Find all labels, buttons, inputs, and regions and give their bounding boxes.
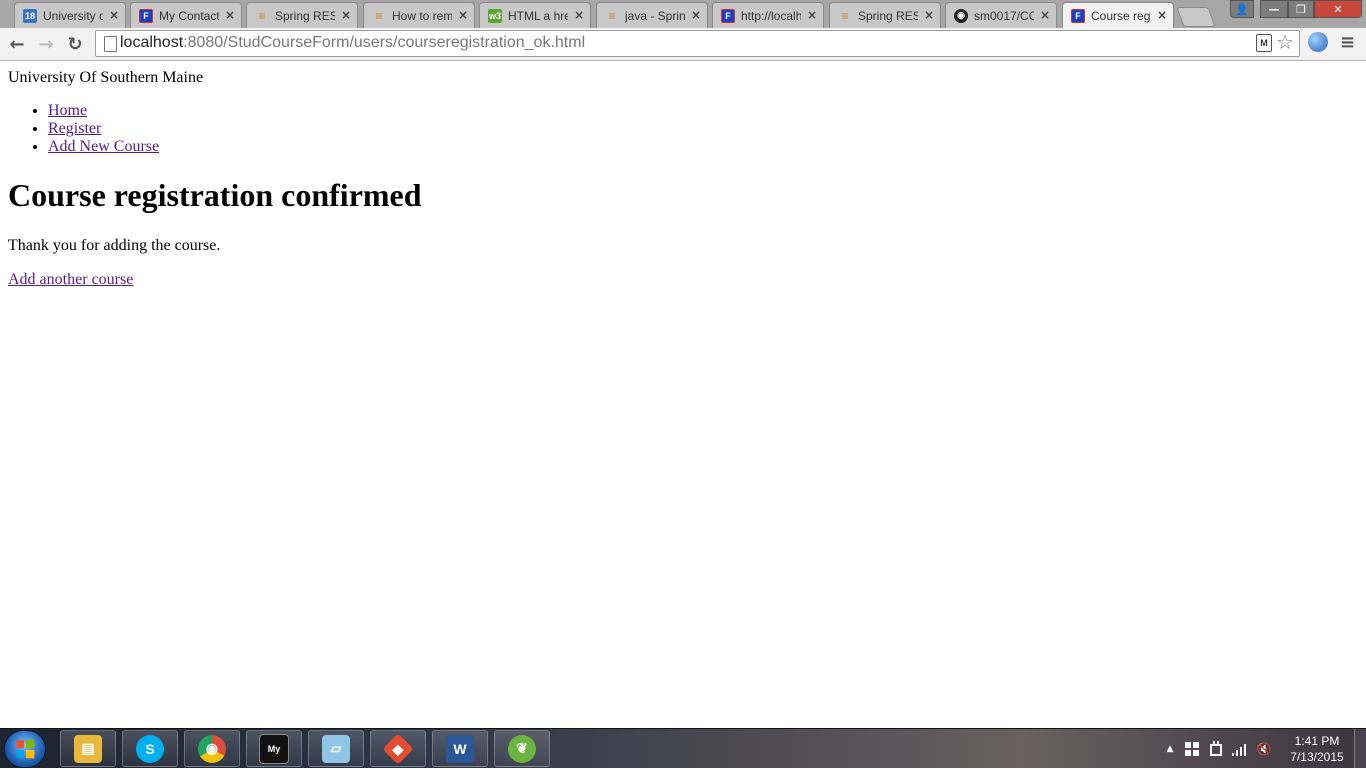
word-icon: W (446, 734, 474, 763)
new-tab-button[interactable] (1176, 7, 1216, 27)
tab-title: http://localh (741, 8, 801, 23)
taskbar-git[interactable]: ◆ (370, 730, 426, 767)
nav-link-home[interactable]: Home (48, 102, 87, 119)
mysql-console-icon: My (259, 733, 289, 764)
nav-link-add-new-course[interactable]: Add New Course (48, 138, 159, 155)
browser-toolbar: ← → ↻ localhost:8080/StudCourseForm/user… (0, 28, 1366, 61)
power-plug-icon[interactable] (1208, 741, 1224, 757)
start-button[interactable] (4, 730, 46, 768)
maximize-button[interactable]: ❐ (1288, 0, 1314, 18)
tab-github[interactable]: ◉ sm0017/CO × (945, 2, 1057, 28)
tab-close-icon[interactable]: × (1157, 8, 1167, 22)
notepad-icon: ▱ (322, 734, 350, 763)
skype-icon: S (136, 734, 164, 763)
reload-icon[interactable]: ↻ (63, 32, 87, 56)
taskbar-word[interactable]: W (432, 730, 488, 767)
confirmation-message: Thank you for adding the course. (8, 237, 221, 254)
tab-title: java - Spring (625, 8, 685, 23)
address-bar[interactable]: localhost:8080/StudCourseForm/users/cour… (95, 30, 1300, 57)
tab-how-to-remove[interactable]: ≡ How to rem × (363, 2, 475, 28)
tab-html-a-href[interactable]: w3 HTML a hre × (479, 2, 591, 28)
tab-java-spring[interactable]: ≡ java - Spring × (596, 2, 708, 28)
tab-close-icon[interactable]: × (109, 8, 119, 22)
tab-close-icon[interactable]: × (458, 8, 468, 22)
taskbar-mysql[interactable]: My (246, 730, 302, 767)
git-icon: ◆ (382, 732, 414, 765)
nav-item-add-new-course: Add New Course (48, 138, 159, 156)
taskbar-chrome[interactable]: ◉ (184, 730, 240, 767)
tab-title: Spring REST (275, 8, 335, 23)
system-clock[interactable]: 1:41 PM 7/13/2015 (1282, 733, 1352, 765)
clock-date: 7/13/2015 (1290, 750, 1344, 764)
stackoverflow-icon: ≡ (375, 8, 383, 23)
taskbar-skype[interactable]: S (122, 730, 178, 767)
globe-extension-icon[interactable] (1308, 32, 1328, 52)
jform-icon: F (1071, 8, 1085, 23)
back-icon[interactable]: ← (5, 32, 29, 56)
chrome-icon: ◉ (198, 734, 226, 763)
windows-taskbar: ▤ S ◉ My ▱ ◆ W ❦ ▲ 🔇 1:41 PM 7/13/2015 (0, 728, 1366, 769)
tab-close-icon[interactable]: × (1040, 8, 1050, 22)
taskbar-file-explorer[interactable]: ▤ (60, 730, 116, 767)
tab-close-icon[interactable]: × (574, 8, 584, 22)
taskbar-notepad[interactable]: ▱ (308, 730, 364, 767)
add-another-course-link[interactable]: Add another course (8, 271, 133, 289)
tab-localhost[interactable]: F http://localh × (712, 2, 824, 28)
stackoverflow-icon: ≡ (258, 8, 266, 23)
stackoverflow-icon: ≡ (841, 8, 849, 23)
spring-icon: ❦ (508, 734, 536, 763)
tab-close-icon[interactable]: × (225, 8, 235, 22)
show-hidden-icons-button[interactable]: ▲ (1162, 741, 1178, 757)
show-desktop-button[interactable] (1354, 729, 1366, 769)
tab-close-icon[interactable]: × (691, 8, 701, 22)
bookmark-star-icon[interactable]: ☆ (1276, 30, 1294, 54)
page-title: Course registration confirmed (8, 177, 422, 213)
calendar-icon: 18 (23, 8, 37, 23)
tab-close-icon[interactable]: × (924, 8, 934, 22)
tab-spring-rest-2[interactable]: ≡ Spring REST × (829, 2, 941, 28)
user-icon[interactable]: 👤 (1230, 0, 1254, 18)
browser-tab-strip: 18 University o × F My Contact × ≡ Sprin… (0, 0, 1366, 28)
extension-icon[interactable]: M (1256, 34, 1272, 52)
windows-logo-icon (16, 739, 35, 759)
tab-spring-rest-1[interactable]: ≡ Spring REST × (246, 2, 358, 28)
tab-my-contact[interactable]: F My Contact × (130, 2, 242, 28)
tab-close-icon[interactable]: × (807, 8, 817, 22)
tab-course-registration[interactable]: F Course regi × (1062, 2, 1174, 28)
action-center-icon[interactable] (1184, 741, 1200, 757)
taskbar-spring[interactable]: ❦ (494, 730, 550, 767)
forward-icon[interactable]: → (34, 32, 58, 56)
close-window-button[interactable]: ✕ (1314, 0, 1362, 18)
volume-muted-icon[interactable]: 🔇 (1256, 741, 1272, 757)
page-icon (104, 36, 117, 52)
url-host: localhost (120, 34, 184, 51)
url-text[interactable]: localhost:8080/StudCourseForm/users/cour… (120, 34, 585, 52)
tab-title: Spring REST (858, 8, 918, 23)
tab-title: Course regi (1091, 8, 1151, 23)
nav-item-register: Register (48, 120, 159, 138)
clock-time: 1:41 PM (1294, 734, 1340, 748)
tab-university[interactable]: 18 University o × (14, 2, 126, 28)
url-path: :8080/StudCourseForm/users/courseregistr… (183, 34, 586, 51)
nav-link-register[interactable]: Register (48, 120, 101, 137)
jform-icon: F (721, 8, 735, 23)
tab-close-icon[interactable]: × (341, 8, 351, 22)
tab-title: University o (43, 8, 103, 23)
tab-title: sm0017/CO (974, 8, 1034, 23)
tab-title: HTML a hre (508, 8, 568, 23)
site-name: University Of Southern Maine (8, 69, 204, 86)
stackoverflow-icon: ≡ (608, 8, 616, 23)
w3schools-icon: w3 (488, 8, 502, 23)
github-icon: ◉ (954, 8, 968, 23)
nav-item-home: Home (48, 102, 159, 120)
page-content: University Of Southern Maine Home Regist… (0, 61, 1366, 728)
tab-title: How to rem (392, 8, 452, 23)
folder-icon: ▤ (74, 734, 102, 763)
tab-title: My Contact (159, 8, 219, 23)
site-nav: Home Register Add New Course (8, 102, 159, 156)
jform-icon: F (139, 8, 153, 23)
minimize-button[interactable]: — (1260, 0, 1288, 18)
network-signal-icon[interactable] (1232, 741, 1248, 757)
chrome-menu-icon[interactable]: ≡ (1340, 32, 1355, 53)
